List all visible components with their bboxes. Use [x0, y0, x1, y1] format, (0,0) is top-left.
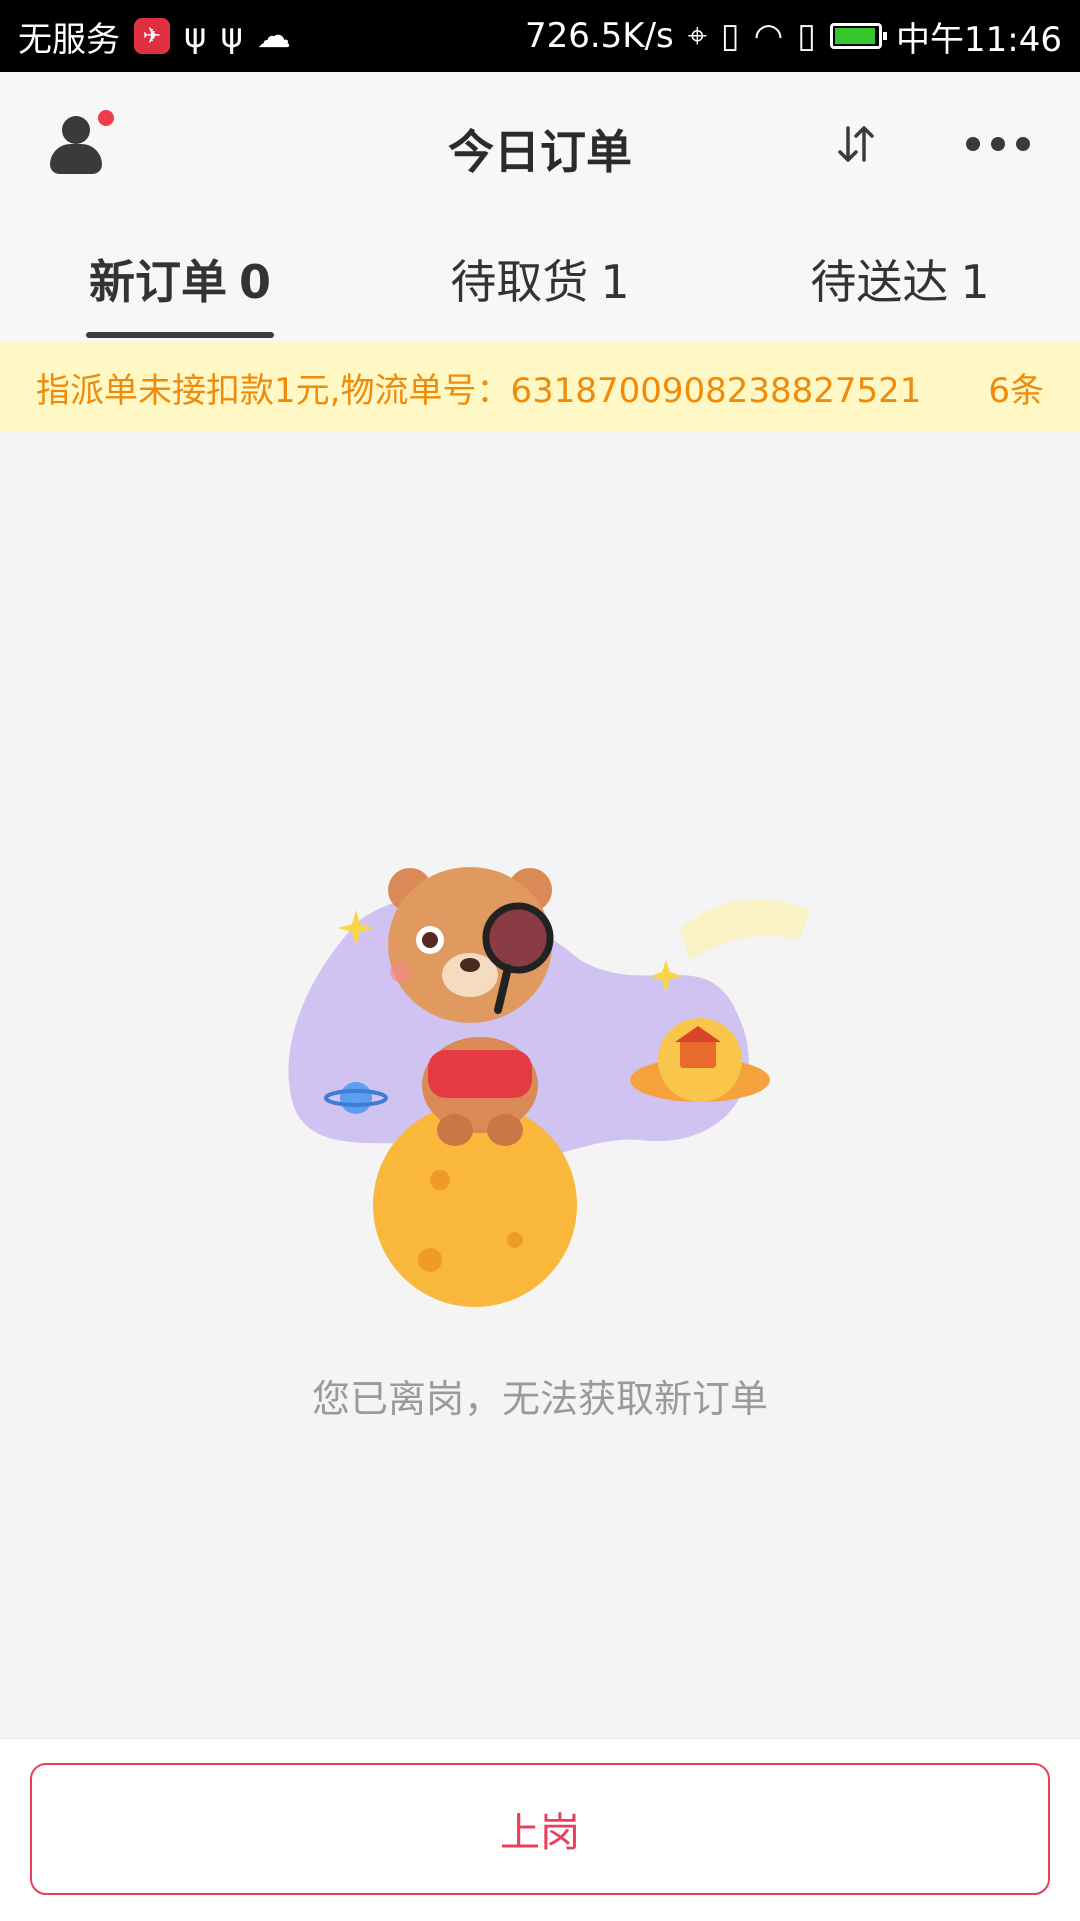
page-title: 今日订单 — [448, 125, 632, 179]
sim-icon: ▯ — [797, 16, 817, 56]
order-tabs: 新订单 0 待取货 1 待送达 1 — [0, 222, 1080, 342]
tab-count: 1 — [960, 255, 990, 309]
status-bar-right: 726.5K/s ⌖ ▯ ◠ ▯ 中午11:46 — [525, 12, 1062, 61]
status-bar-left: 无服务 ✈ ψ ψ ☁ — [18, 12, 291, 61]
clock: 中午11:46 — [896, 19, 1062, 60]
location-icon: ⌖ — [687, 16, 707, 56]
go-on-duty-button[interactable]: 上岗 — [30, 1763, 1050, 1895]
cloud-icon: ☁ — [256, 16, 291, 56]
empty-state-bear-illustration — [288, 867, 810, 1307]
app-notification-icon: ✈ — [134, 18, 170, 54]
tab-awaiting-pickup[interactable]: 待取货 1 — [360, 222, 720, 342]
bottom-bar: 上岗 — [0, 1738, 1080, 1921]
usb-icon: ψ — [184, 16, 207, 56]
tab-count: 1 — [600, 255, 630, 309]
tab-awaiting-delivery[interactable]: 待送达 1 — [720, 222, 1080, 342]
vibrate-icon: ▯ — [720, 16, 740, 56]
header: 今日订单 — [0, 72, 1080, 222]
tab-new-orders[interactable]: 新订单 0 — [0, 222, 360, 342]
notice-count[interactable]: 6条 — [988, 363, 1044, 412]
more-icon[interactable] — [966, 134, 1030, 154]
status-bar: 无服务 ✈ ψ ψ ☁ 726.5K/s ⌖ ▯ ◠ ▯ 中午11:46 — [0, 0, 1080, 72]
notice-bar[interactable]: 指派单未接扣款1元,物流单号：6318700908238827521 6条 — [0, 342, 1080, 432]
wifi-icon: ◠ — [753, 16, 784, 56]
tab-label: 待送达 — [810, 255, 949, 309]
notice-message: 指派单未接扣款1元,物流单号：6318700908238827521 — [36, 370, 922, 411]
carrier-label: 无服务 — [18, 19, 120, 60]
tab-count: 0 — [238, 255, 271, 309]
net-speed: 726.5K/s — [524, 16, 674, 56]
tab-label: 待取货 — [450, 255, 589, 309]
battery-icon — [830, 23, 888, 49]
tab-label: 新订单 — [88, 255, 227, 309]
empty-state-message: 您已离岗，无法获取新订单 — [311, 1377, 768, 1421]
sort-icon[interactable] — [832, 120, 880, 168]
usb-icon: ψ — [220, 16, 243, 56]
